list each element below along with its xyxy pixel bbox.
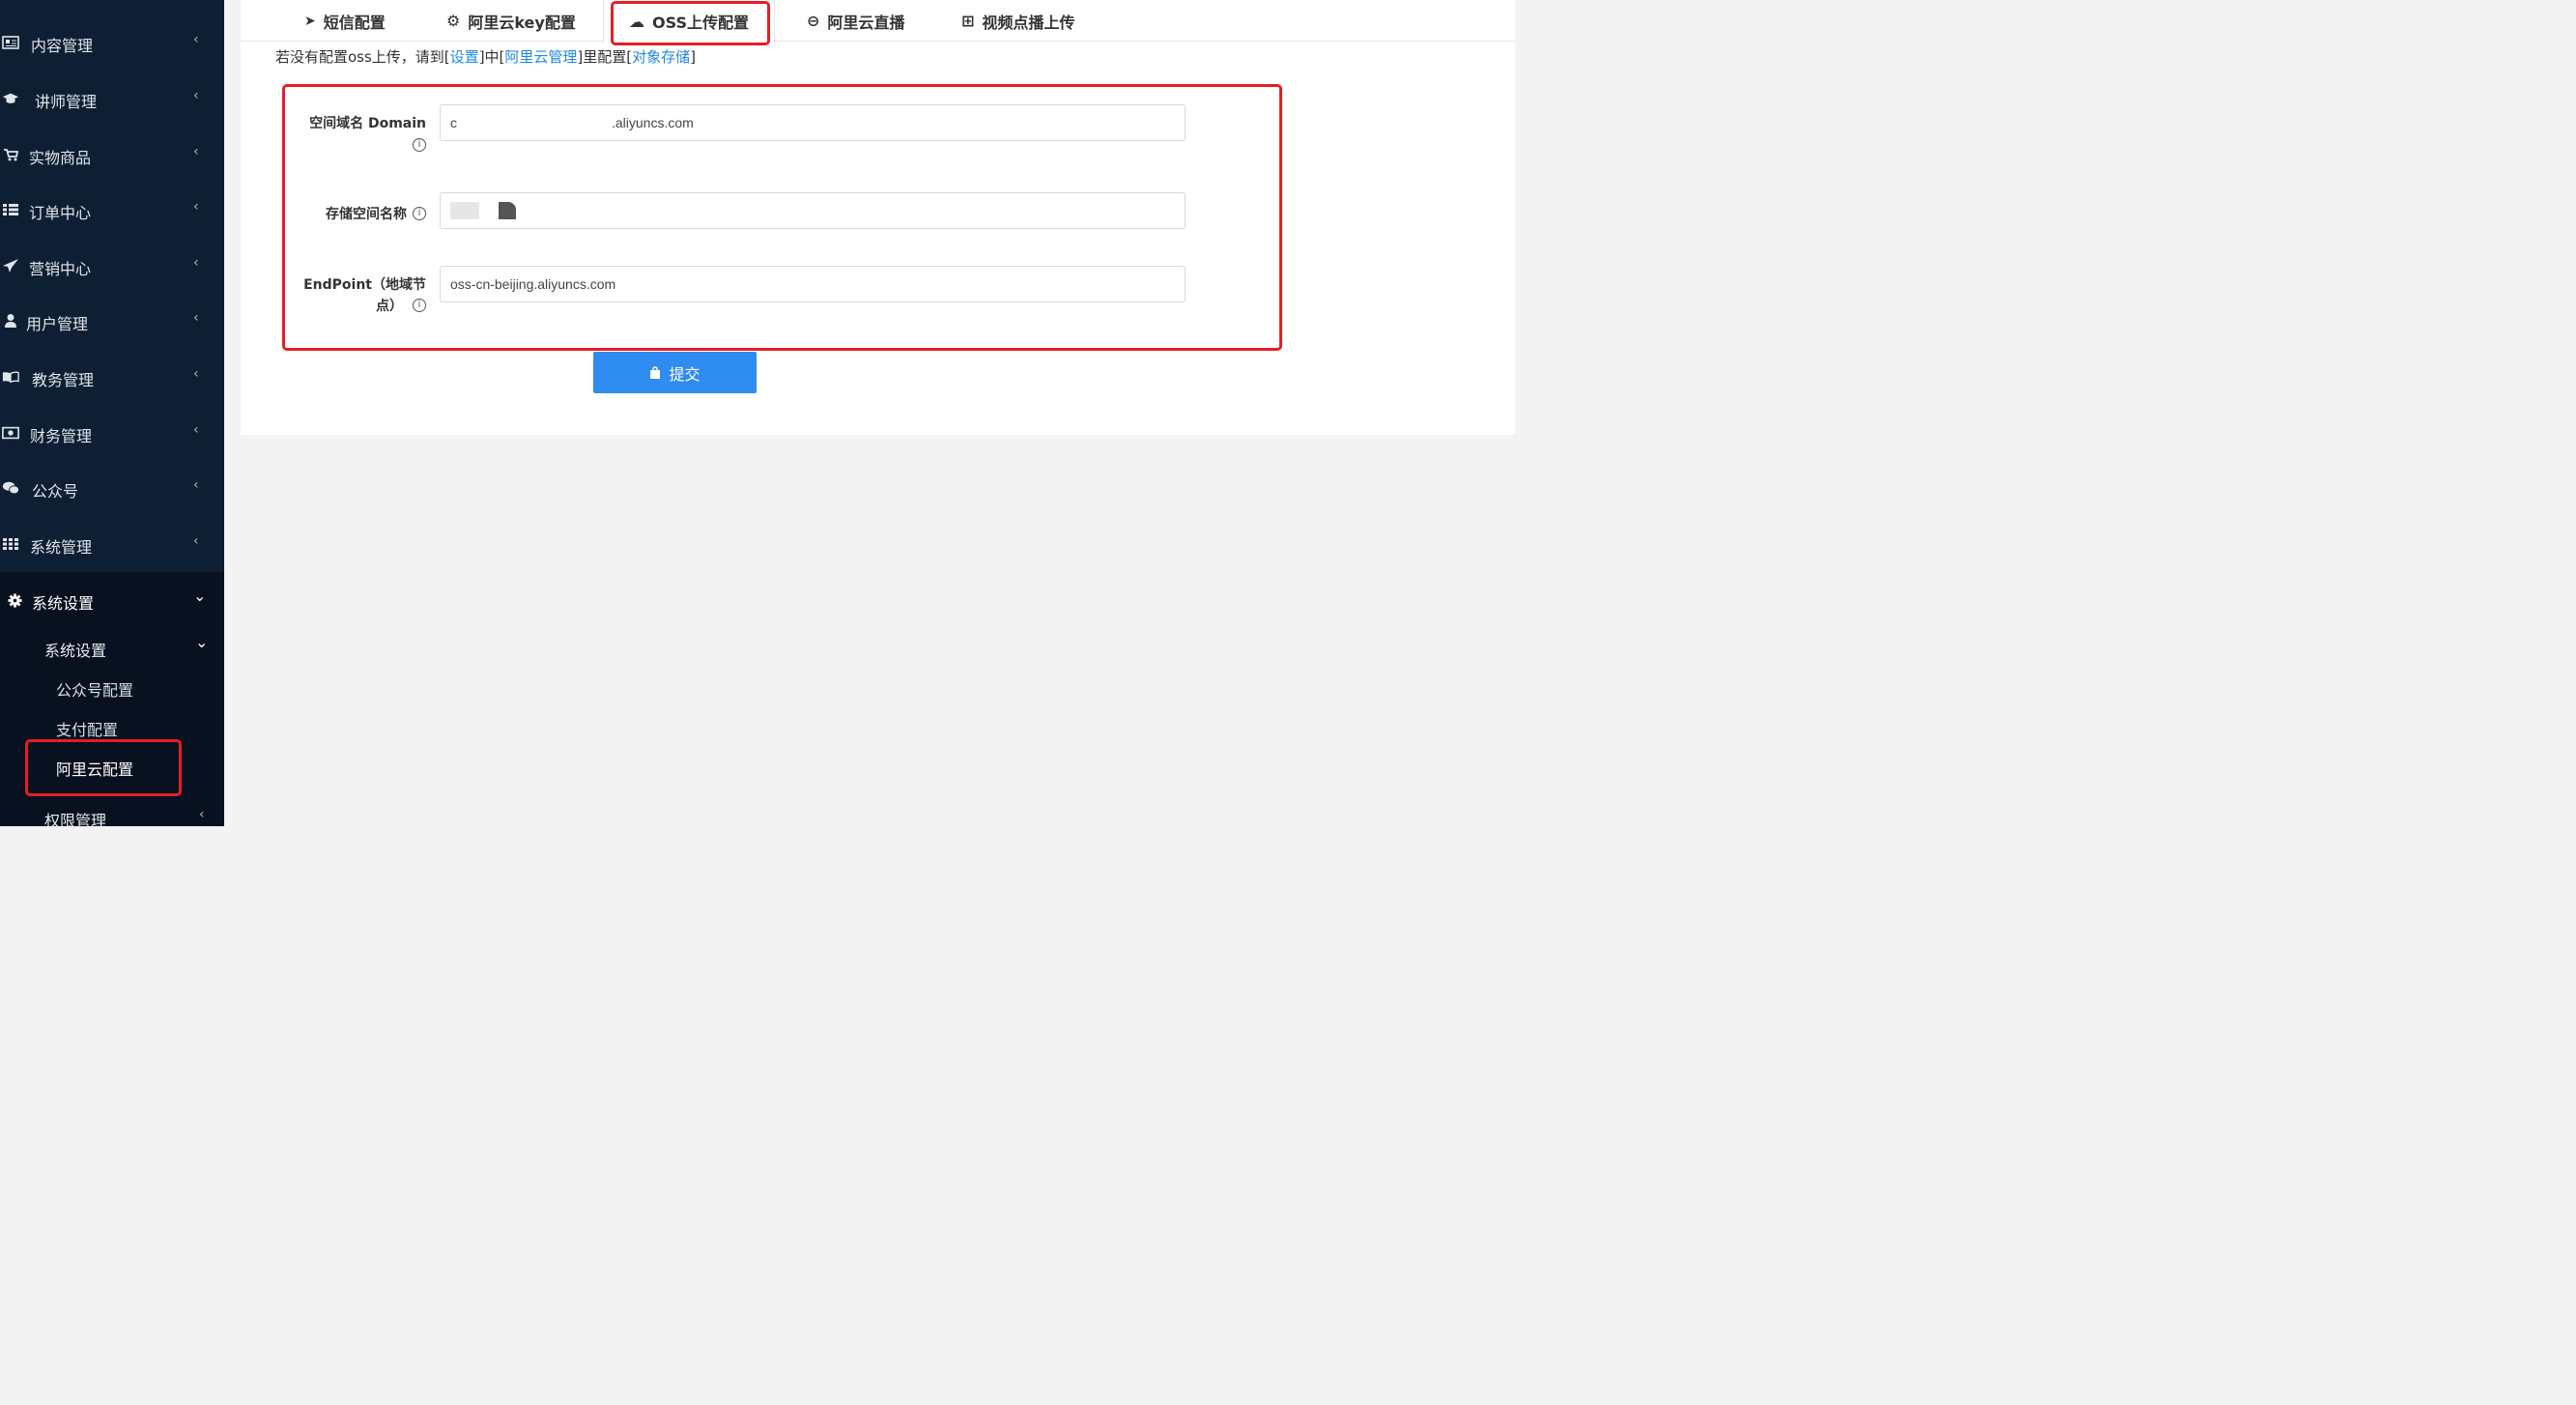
- graduation-cap-icon: [2, 91, 19, 106]
- tab-label: 视频点播上传: [982, 13, 1075, 32]
- hint-text: ]: [690, 48, 697, 66]
- info-icon[interactable]: i: [413, 207, 426, 220]
- sidebar-item-label: 用户管理: [26, 315, 89, 333]
- money-icon: [2, 425, 19, 441]
- hint-text: 若没有配置oss上传，请到[: [275, 48, 450, 66]
- tab-label: 阿里云key配置: [468, 13, 576, 32]
- chevron-left-icon: ‹: [193, 477, 199, 493]
- plus-square-icon: ⊞: [961, 12, 975, 30]
- user-icon: [2, 313, 19, 329]
- sidebar-item-finance[interactable]: 财务管理 ‹: [0, 414, 224, 452]
- send-icon: ➤: [304, 13, 316, 29]
- sidebar-item-academic[interactable]: 教务管理 ‹: [0, 358, 224, 396]
- chevron-left-icon: ‹: [199, 807, 205, 822]
- domain-value-prefix: c: [450, 115, 457, 130]
- sidebar-item-label: 内容管理: [31, 37, 94, 55]
- bucket-label: 存储空间名称 i: [326, 204, 426, 223]
- chevron-left-icon: ‹: [193, 199, 199, 215]
- submit-label: 提交: [669, 364, 701, 384]
- sidebar-item-label: 系统管理: [30, 538, 93, 557]
- redacted-block: [450, 202, 479, 219]
- sidebar-item-label: 公众号: [32, 482, 79, 501]
- sidebar-item-content[interactable]: 内容管理 ‹: [0, 23, 224, 62]
- tab-label: 阿里云直播: [827, 13, 905, 32]
- chevron-left-icon: ‹: [193, 533, 199, 549]
- tab-vod-upload[interactable]: ⊞ 视频点播上传: [961, 0, 1074, 42]
- book-icon: [2, 369, 19, 385]
- sidebar-item-system-manage[interactable]: 系统管理 ‹: [0, 525, 224, 563]
- redacted-block: [499, 202, 516, 219]
- submenu-group-system-settings[interactable]: 系统设置: [44, 638, 106, 661]
- chevron-down-icon: ⌄: [193, 587, 207, 605]
- config-hint: 若没有配置oss上传，请到[设置]中[阿里云管理]里配置[对象存储]: [275, 46, 696, 67]
- sidebar-item-label: 系统设置: [32, 594, 95, 613]
- chevron-down-icon: ⌄: [195, 633, 209, 651]
- bag-icon: [650, 365, 661, 379]
- endpoint-label-line2: 点）: [376, 299, 403, 314]
- submenu-item-payment-config[interactable]: 支付配置: [56, 717, 118, 740]
- sidebar-item-orders[interactable]: 订单中心 ‹: [0, 190, 224, 229]
- redacted-block: [457, 116, 612, 129]
- bucket-input[interactable]: [440, 192, 1186, 229]
- highlight-box-oss-tab: [611, 1, 770, 45]
- cart-icon: [2, 147, 19, 162]
- tab-bar: ➤ 短信配置 ⚙ 阿里云key配置 ☁ OSS上传配置 ⊖ 阿里云直播 ⊞ 视频…: [241, 0, 1515, 43]
- endpoint-input[interactable]: oss-cn-beijing.aliyuncs.com: [440, 266, 1186, 302]
- submenu-group-permissions[interactable]: 权限管理: [44, 808, 106, 831]
- sidebar-item-wechat[interactable]: 公众号 ‹: [0, 469, 224, 507]
- tab-aliyun-key-config[interactable]: ⚙ 阿里云key配置: [446, 0, 576, 42]
- submenu-item-wechat-config[interactable]: 公众号配置: [56, 677, 133, 701]
- domain-label-text: 空间域名 Domain: [309, 116, 426, 131]
- wechat-icon: [2, 480, 19, 496]
- gear-icon: ⚙: [446, 12, 461, 30]
- chevron-left-icon: ‹: [193, 255, 199, 271]
- submit-button[interactable]: 提交: [593, 352, 757, 393]
- sidebar-item-label: 实物商品: [29, 149, 92, 167]
- aliyun-manage-link[interactable]: 阿里云管理: [504, 48, 577, 66]
- sidebar-item-label: 营销中心: [29, 260, 92, 278]
- chevron-left-icon: ‹: [193, 32, 199, 47]
- hint-text: ]里配置[: [577, 48, 633, 66]
- info-icon[interactable]: i: [413, 138, 426, 152]
- sidebar-item-users[interactable]: 用户管理 ‹: [0, 301, 224, 340]
- domain-value-suffix: .aliyuncs.com: [612, 115, 694, 130]
- sidebar-item-teachers[interactable]: 讲师管理 ‹: [0, 79, 224, 118]
- sidebar-item-label: 财务管理: [30, 427, 93, 445]
- sidebar-item-label: 教务管理: [32, 371, 95, 389]
- endpoint-label-line1: EndPoint（地域节: [303, 277, 426, 293]
- tab-aliyun-live[interactable]: ⊖ 阿里云直播: [807, 0, 904, 42]
- paper-plane-icon: [2, 258, 19, 273]
- sidebar-item-label: 讲师管理: [35, 93, 98, 111]
- chevron-left-icon: ‹: [193, 422, 199, 438]
- object-storage-link[interactable]: 对象存储: [632, 48, 690, 66]
- grid-icon: [2, 536, 19, 552]
- chevron-left-icon: ‹: [193, 366, 199, 382]
- chevron-left-icon: ‹: [193, 310, 199, 326]
- sidebar-item-goods[interactable]: 实物商品 ‹: [0, 135, 224, 174]
- sidebar: 内容管理 ‹ 讲师管理 ‹ 实物商品 ‹ 订单中心 ‹ 营销中心 ‹ 用户管理: [0, 0, 224, 830]
- sidebar-item-system-settings[interactable]: 系统设置 ⌄: [0, 581, 224, 619]
- newspaper-icon: [2, 35, 19, 50]
- highlight-box-aliyun-config: [25, 739, 182, 796]
- arrow-circle-icon: ⊖: [807, 12, 820, 30]
- info-icon[interactable]: i: [413, 299, 426, 312]
- bucket-label-text: 存储空间名称: [326, 207, 407, 222]
- domain-input[interactable]: c .aliyuncs.com: [440, 104, 1186, 141]
- chevron-left-icon: ‹: [193, 88, 199, 103]
- hint-text: ]中[: [478, 48, 505, 66]
- chevron-left-icon: ‹: [193, 144, 199, 159]
- sidebar-item-label: 订单中心: [29, 204, 92, 222]
- tab-sms-config[interactable]: ➤ 短信配置: [304, 0, 386, 42]
- tab-label: 短信配置: [323, 13, 386, 32]
- sidebar-item-marketing[interactable]: 营销中心 ‹: [0, 246, 224, 285]
- endpoint-label: EndPoint（地域节 点） i: [303, 274, 426, 315]
- gear-icon: [6, 592, 23, 608]
- endpoint-value: oss-cn-beijing.aliyuncs.com: [450, 276, 616, 292]
- list-icon: [2, 202, 19, 217]
- domain-label: 空间域名 Domain i: [309, 113, 426, 152]
- settings-link[interactable]: 设置: [450, 48, 479, 66]
